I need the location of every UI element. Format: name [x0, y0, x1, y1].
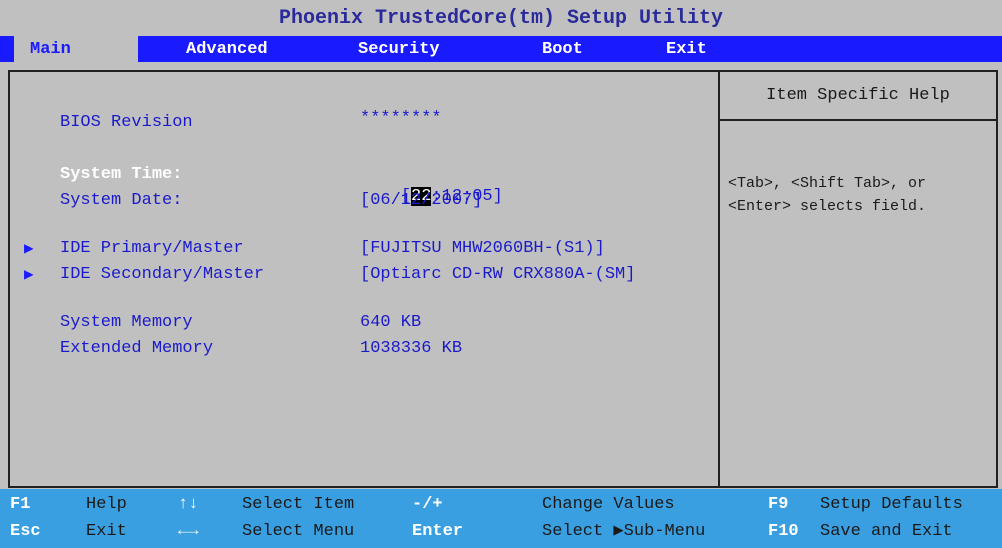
tab-security[interactable]: Security: [358, 36, 440, 62]
tab-boot[interactable]: Boot: [542, 36, 583, 62]
system-date-label[interactable]: System Date:: [60, 190, 182, 212]
system-memory-label: System Memory: [60, 313, 193, 332]
tab-security-label: Security: [358, 40, 440, 59]
enter-key[interactable]: Enter: [412, 519, 463, 545]
menu-bar: Main Advanced Security Boot Exit: [0, 36, 1002, 62]
minusplus-text: Change Values: [542, 495, 675, 514]
tab-main-label: Main: [30, 40, 71, 59]
bios-revision-label: BIOS Revision: [60, 113, 193, 132]
ide-secondary-master-value[interactable]: [Optiarc CD-RW CRX880A-(SM]: [360, 264, 635, 286]
submenu-arrow-icon: ▶: [24, 240, 34, 258]
submenu-arrow-icon: ▶: [24, 266, 34, 284]
ide-primary-master-value[interactable]: [FUJITSU MHW2060BH-(S1)]: [360, 238, 605, 260]
system-date-field[interactable]: [06/12/2007]: [360, 190, 482, 212]
bios-revision-value: ********: [360, 109, 442, 128]
minus-plus-key[interactable]: -/+: [412, 492, 443, 518]
enter-text: Select ▶Sub-Menu: [542, 519, 705, 545]
window-title: Phoenix TrustedCore(tm) Setup Utility: [0, 0, 1002, 36]
tab-exit-label: Exit: [666, 40, 707, 59]
f1-text: Help: [86, 495, 127, 514]
panel-divider: [718, 72, 720, 486]
key-legend: F1 Help Esc Exit ↑↓ Select Item ←→ Selec…: [0, 489, 1002, 548]
help-divider: [720, 119, 996, 121]
help-title: Item Specific Help: [766, 86, 950, 105]
f9-key[interactable]: F9: [768, 492, 788, 518]
extended-memory-value: 1038336 KB: [360, 339, 463, 358]
enter-text-a: Select: [542, 522, 614, 541]
tab-exit[interactable]: Exit: [666, 36, 707, 62]
tab-advanced[interactable]: Advanced: [186, 36, 268, 62]
system-time-label[interactable]: System Time:: [60, 164, 182, 186]
esc-text: Exit: [86, 522, 127, 541]
system-memory-value: 640 KB: [360, 313, 422, 332]
system-time-field[interactable]: [22:12:05]: [360, 164, 503, 206]
enter-text-b: Sub-Menu: [623, 522, 706, 541]
extended-memory-label: Extended Memory: [60, 339, 214, 358]
f9-text: Setup Defaults: [820, 495, 963, 514]
updown-text: Select Item: [242, 495, 355, 514]
up-down-arrows-icon: ↑↓: [178, 495, 199, 514]
f10-key[interactable]: F10: [768, 519, 799, 545]
ide-secondary-master-item[interactable]: IDE Secondary/Master: [60, 264, 264, 286]
tab-advanced-label: Advanced: [186, 40, 268, 59]
help-text: <Tab>, <Shift Tab>, or <Enter> selects f…: [728, 175, 927, 215]
leftright-text: Select Menu: [242, 522, 355, 541]
ide-primary-master-item[interactable]: IDE Primary/Master: [60, 238, 244, 260]
f10-text: Save and Exit: [820, 522, 953, 541]
esc-key[interactable]: Esc: [10, 519, 41, 545]
tab-boot-label: Boot: [542, 40, 583, 59]
submenu-arrow-icon: ▶: [613, 522, 624, 541]
tab-main[interactable]: Main: [14, 36, 138, 62]
f1-key[interactable]: F1: [10, 492, 30, 518]
main-panel: Item Specific Help <Tab>, <Shift Tab>, o…: [8, 70, 998, 488]
left-right-arrows-icon: ←→: [178, 522, 199, 541]
